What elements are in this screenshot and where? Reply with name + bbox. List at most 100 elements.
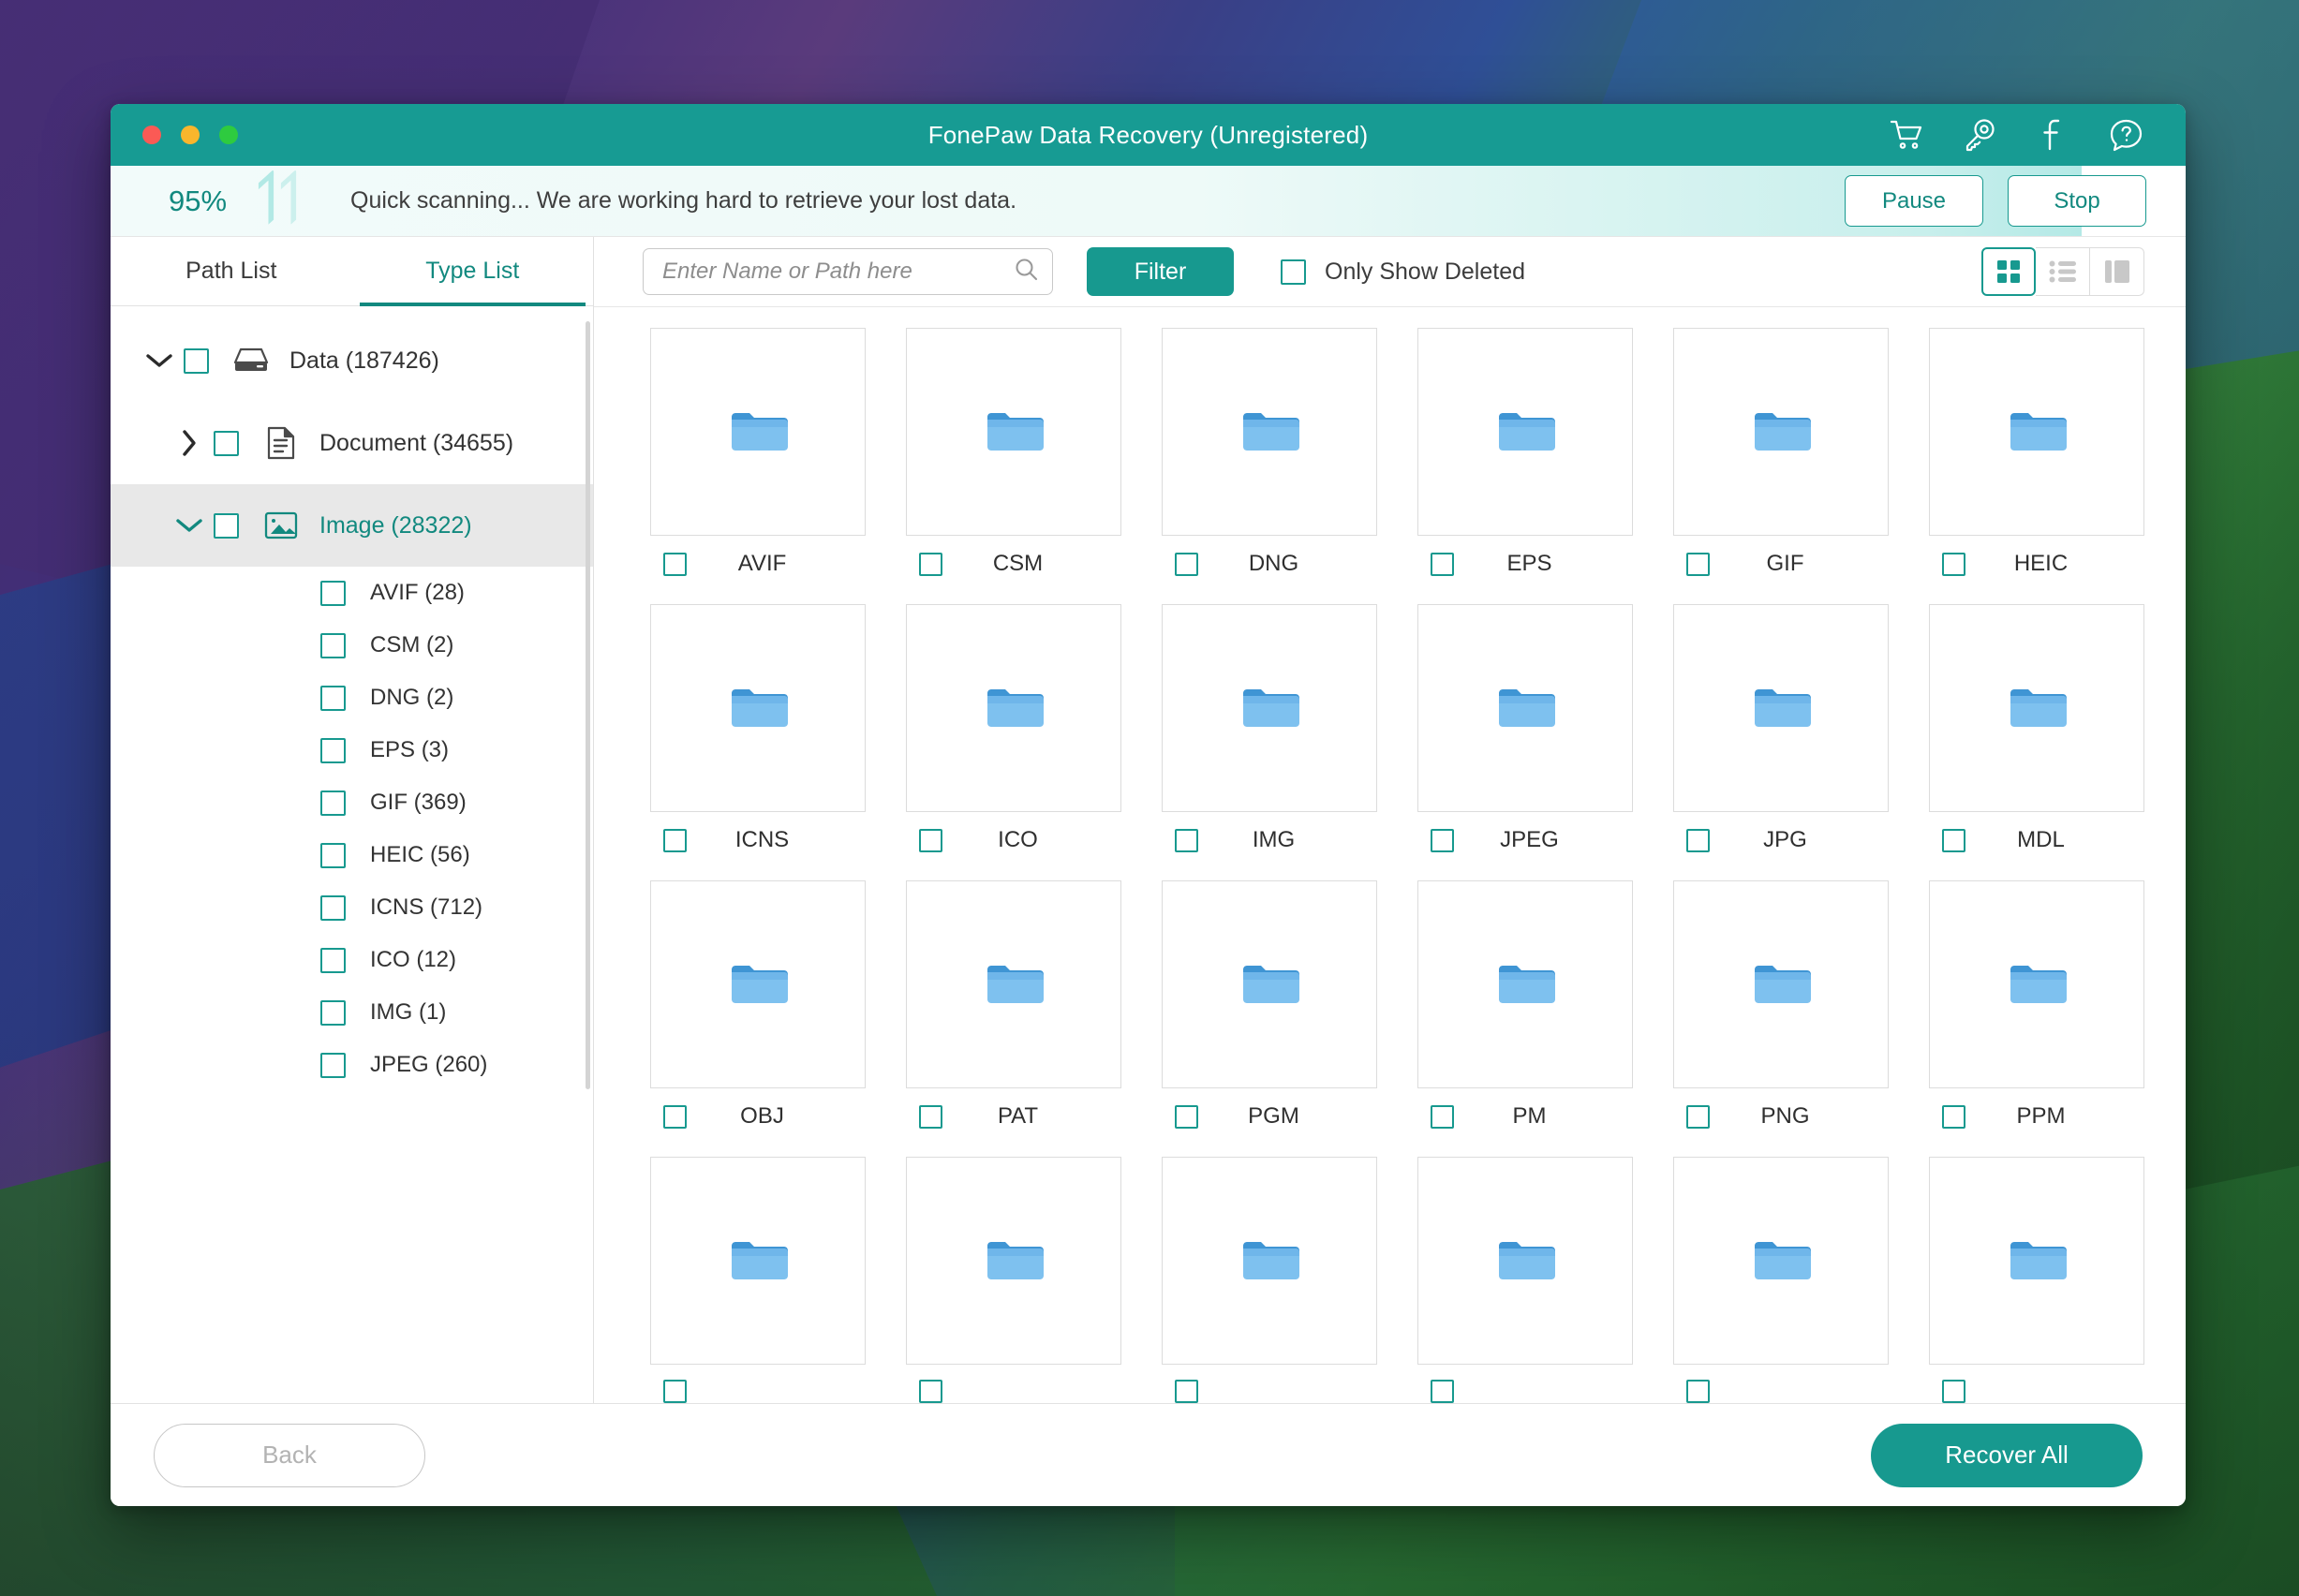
tree-leaf-eps[interactable]: EPS (3) (111, 724, 593, 776)
tree-leaf-dng[interactable]: DNG (2) (111, 672, 593, 724)
recover-all-button[interactable]: Recover All (1871, 1423, 2143, 1487)
grid-tile-thumbnail[interactable] (1673, 1157, 1889, 1365)
search-input[interactable] (662, 259, 1014, 285)
grid-tile-checkbox[interactable] (1175, 828, 1198, 852)
grid-tile-checkbox[interactable] (1942, 1104, 1965, 1129)
grid-tile[interactable]: OBJ (650, 880, 866, 1130)
filter-button[interactable]: Filter (1087, 247, 1234, 296)
grid-tile-checkbox[interactable] (663, 1104, 687, 1129)
grid-tile[interactable] (1162, 1157, 1377, 1403)
grid-tile-thumbnail[interactable] (1162, 880, 1377, 1088)
pause-button[interactable]: Pause (1845, 175, 1983, 227)
grid-tile-checkbox[interactable] (1175, 1380, 1198, 1403)
leaf-checkbox-dng[interactable] (320, 685, 346, 711)
grid-tile[interactable]: PPM (1929, 880, 2144, 1130)
grid-tile-checkbox[interactable] (919, 828, 942, 852)
tree-leaf-jpeg[interactable]: JPEG (260) (111, 1039, 593, 1091)
grid-tile-thumbnail[interactable] (1417, 328, 1633, 536)
leaf-checkbox-avif[interactable] (320, 580, 346, 606)
leaf-checkbox-eps[interactable] (320, 737, 346, 763)
grid-tile[interactable] (1929, 1157, 2144, 1403)
help-icon[interactable] (2107, 116, 2144, 154)
tree-leaf-icns[interactable]: ICNS (712) (111, 881, 593, 934)
leaf-checkbox-heic[interactable] (320, 842, 346, 868)
grid-tile-checkbox[interactable] (1686, 1380, 1710, 1403)
grid-tile-thumbnail[interactable] (650, 1157, 866, 1365)
grid-tile-checkbox[interactable] (1686, 828, 1710, 852)
leaf-checkbox-ico[interactable] (320, 947, 346, 973)
tree-leaf-avif[interactable]: AVIF (28) (111, 567, 593, 619)
grid-tile[interactable]: DNG (1162, 328, 1377, 577)
tree-item-data[interactable]: Data (187426) (111, 319, 593, 402)
grid-tile-checkbox[interactable] (1175, 1104, 1198, 1129)
grid-tile-thumbnail[interactable] (906, 880, 1121, 1088)
grid-tile-thumbnail[interactable] (906, 1157, 1121, 1365)
key-icon[interactable] (1961, 116, 1998, 154)
grid-tile[interactable]: GIF (1673, 328, 1889, 577)
grid-tile-thumbnail[interactable] (1673, 880, 1889, 1088)
grid-tile-thumbnail[interactable] (650, 328, 866, 536)
grid-tile[interactable]: EPS (1417, 328, 1633, 577)
grid-tile-thumbnail[interactable] (1162, 328, 1377, 536)
chevron-right-icon[interactable] (165, 429, 214, 457)
cart-icon[interactable] (1888, 116, 1925, 154)
grid-tile-thumbnail[interactable] (1417, 1157, 1633, 1365)
leaf-checkbox-img[interactable] (320, 999, 346, 1026)
tree-checkbox-data[interactable] (184, 347, 209, 374)
search-box[interactable] (643, 248, 1053, 295)
grid-tile[interactable] (650, 1157, 866, 1403)
grid-tile[interactable]: JPEG (1417, 604, 1633, 853)
grid-tile[interactable] (1417, 1157, 1633, 1403)
grid-tile-thumbnail[interactable] (1162, 1157, 1377, 1365)
only-show-deleted-checkbox[interactable] (1281, 259, 1306, 285)
tree-item-image[interactable]: Image (28322) (111, 484, 593, 567)
grid-tile-thumbnail[interactable] (650, 604, 866, 812)
grid-tile[interactable] (1673, 1157, 1889, 1403)
grid-tile-thumbnail[interactable] (1417, 604, 1633, 812)
grid-tile[interactable] (906, 1157, 1121, 1403)
back-button[interactable]: Back (154, 1423, 425, 1487)
grid-tile-thumbnail[interactable] (1417, 880, 1633, 1088)
tree-checkbox-image[interactable] (214, 512, 239, 539)
grid-tile[interactable]: ICO (906, 604, 1121, 853)
grid-tile-checkbox[interactable] (663, 1380, 687, 1403)
grid-tile-thumbnail[interactable] (1929, 328, 2144, 536)
grid-tile-checkbox[interactable] (919, 552, 942, 576)
grid-tile-checkbox[interactable] (1431, 828, 1454, 852)
grid-tile-checkbox[interactable] (663, 828, 687, 852)
grid-tile[interactable]: PM (1417, 880, 1633, 1130)
grid-tile-checkbox[interactable] (1175, 552, 1198, 576)
tree-leaf-csm[interactable]: CSM (2) (111, 619, 593, 672)
only-show-deleted-toggle[interactable]: Only Show Deleted (1281, 259, 1525, 286)
tree-leaf-ico[interactable]: ICO (12) (111, 934, 593, 986)
tab-path-list[interactable]: Path List (111, 237, 352, 305)
grid-tile-checkbox[interactable] (1431, 552, 1454, 576)
tree-leaf-heic[interactable]: HEIC (56) (111, 829, 593, 881)
grid-tile[interactable]: PAT (906, 880, 1121, 1130)
grid-tile[interactable]: JPG (1673, 604, 1889, 853)
grid-tile-checkbox[interactable] (1686, 1104, 1710, 1129)
grid-tile-thumbnail[interactable] (1673, 604, 1889, 812)
leaf-checkbox-csm[interactable] (320, 632, 346, 658)
results-grid-container[interactable]: AVIF CSM DNG EPS GIF HEIC ICNS ICO IMG J… (594, 306, 2186, 1403)
grid-tile[interactable]: MDL (1929, 604, 2144, 853)
grid-tile-checkbox[interactable] (1942, 828, 1965, 852)
grid-tile[interactable]: PNG (1673, 880, 1889, 1130)
grid-tile[interactable]: AVIF (650, 328, 866, 577)
leaf-checkbox-gif[interactable] (320, 790, 346, 816)
grid-tile-thumbnail[interactable] (1929, 1157, 2144, 1365)
grid-view-button[interactable] (1981, 247, 2036, 296)
grid-tile-thumbnail[interactable] (1929, 604, 2144, 812)
grid-tile[interactable]: PGM (1162, 880, 1377, 1130)
sidebar-scrollbar[interactable] (586, 321, 590, 1089)
grid-tile-thumbnail[interactable] (906, 604, 1121, 812)
grid-tile-thumbnail[interactable] (650, 880, 866, 1088)
grid-tile[interactable]: ICNS (650, 604, 866, 853)
tree-item-document[interactable]: Document (34655) (111, 402, 593, 484)
facebook-icon[interactable] (2034, 116, 2071, 154)
grid-tile-thumbnail[interactable] (1162, 604, 1377, 812)
grid-tile-checkbox[interactable] (919, 1380, 942, 1403)
grid-tile-checkbox[interactable] (663, 552, 687, 576)
tree-leaf-img[interactable]: IMG (1) (111, 986, 593, 1039)
grid-tile-thumbnail[interactable] (1929, 880, 2144, 1088)
